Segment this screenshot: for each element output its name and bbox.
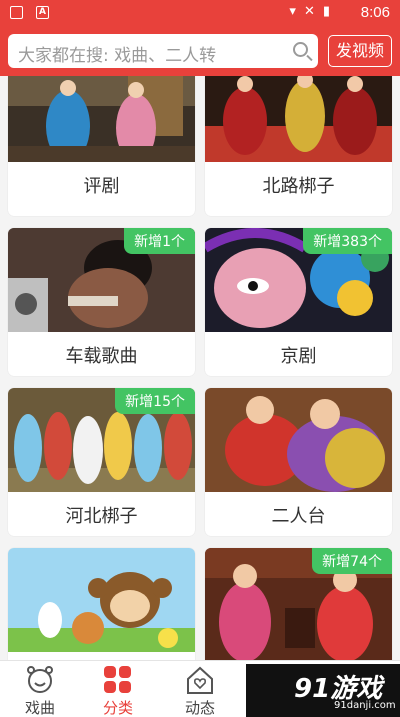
app-notification-icon: A	[36, 6, 49, 19]
tab-opera[interactable]: 戏曲	[0, 661, 80, 717]
card-title: 京剧	[280, 346, 317, 367]
card-title: 北路梆子	[262, 176, 335, 197]
clock: 8:06	[360, 4, 390, 21]
card-title: 评剧	[83, 176, 120, 197]
smiley-clock-icon	[27, 666, 53, 693]
notification-icon	[10, 6, 23, 19]
tab-label: 戏曲	[24, 699, 55, 717]
category-card[interactable]: 北路梆子	[205, 76, 392, 216]
search-input[interactable]: 大家都在搜: 戏曲、二人转	[8, 34, 318, 68]
new-count-badge: 新增383个	[303, 228, 392, 254]
new-count-badge: 新增15个	[115, 388, 195, 414]
category-card[interactable]: 评剧	[8, 76, 195, 216]
card-thumbnail	[8, 76, 195, 162]
search-icon[interactable]	[293, 42, 308, 57]
system-icons: ▾✕▮	[289, 4, 338, 19]
card-title: 二人台	[271, 506, 326, 527]
category-icon	[104, 666, 131, 693]
card-title: 车载歌曲	[65, 346, 138, 367]
category-card[interactable]: 新增74个	[205, 548, 392, 660]
category-card[interactable]: 二人台	[205, 388, 392, 536]
category-card[interactable]: 新增383个 京剧	[205, 228, 392, 376]
tab-label: 分类	[102, 699, 133, 717]
site-watermark: 91游戏 91danji.com	[246, 664, 400, 717]
new-count-badge: 新增1个	[124, 228, 195, 254]
search-placeholder: 大家都在搜: 戏曲、二人转	[18, 46, 217, 66]
category-card[interactable]: 新增1个 车载歌曲	[8, 228, 195, 376]
watermark-site: 91danji.com	[334, 700, 396, 711]
tab-label: 动态	[184, 699, 215, 717]
tab-category[interactable]: 分类	[78, 661, 158, 717]
card-title: 河北梆子	[65, 506, 138, 527]
post-video-button[interactable]: 发视频	[328, 35, 392, 67]
category-card[interactable]: 新增15个 河北梆子	[8, 388, 195, 536]
card-thumbnail	[205, 76, 392, 162]
top-bar: 大家都在搜: 戏曲、二人转 发视频	[0, 26, 400, 76]
card-thumbnail	[205, 388, 392, 492]
category-card[interactable]	[8, 548, 195, 660]
house-heart-icon	[187, 666, 213, 694]
tab-feed[interactable]: 动态	[160, 661, 240, 717]
new-count-badge: 新增74个	[312, 548, 392, 574]
card-thumbnail	[8, 548, 195, 652]
status-bar: A ▾✕▮ 8:06	[0, 0, 400, 26]
category-grid: 评剧 北路梆子 新增1个 车载歌曲 新增383个 京剧 新增15个 河北梆子 二…	[0, 76, 400, 660]
